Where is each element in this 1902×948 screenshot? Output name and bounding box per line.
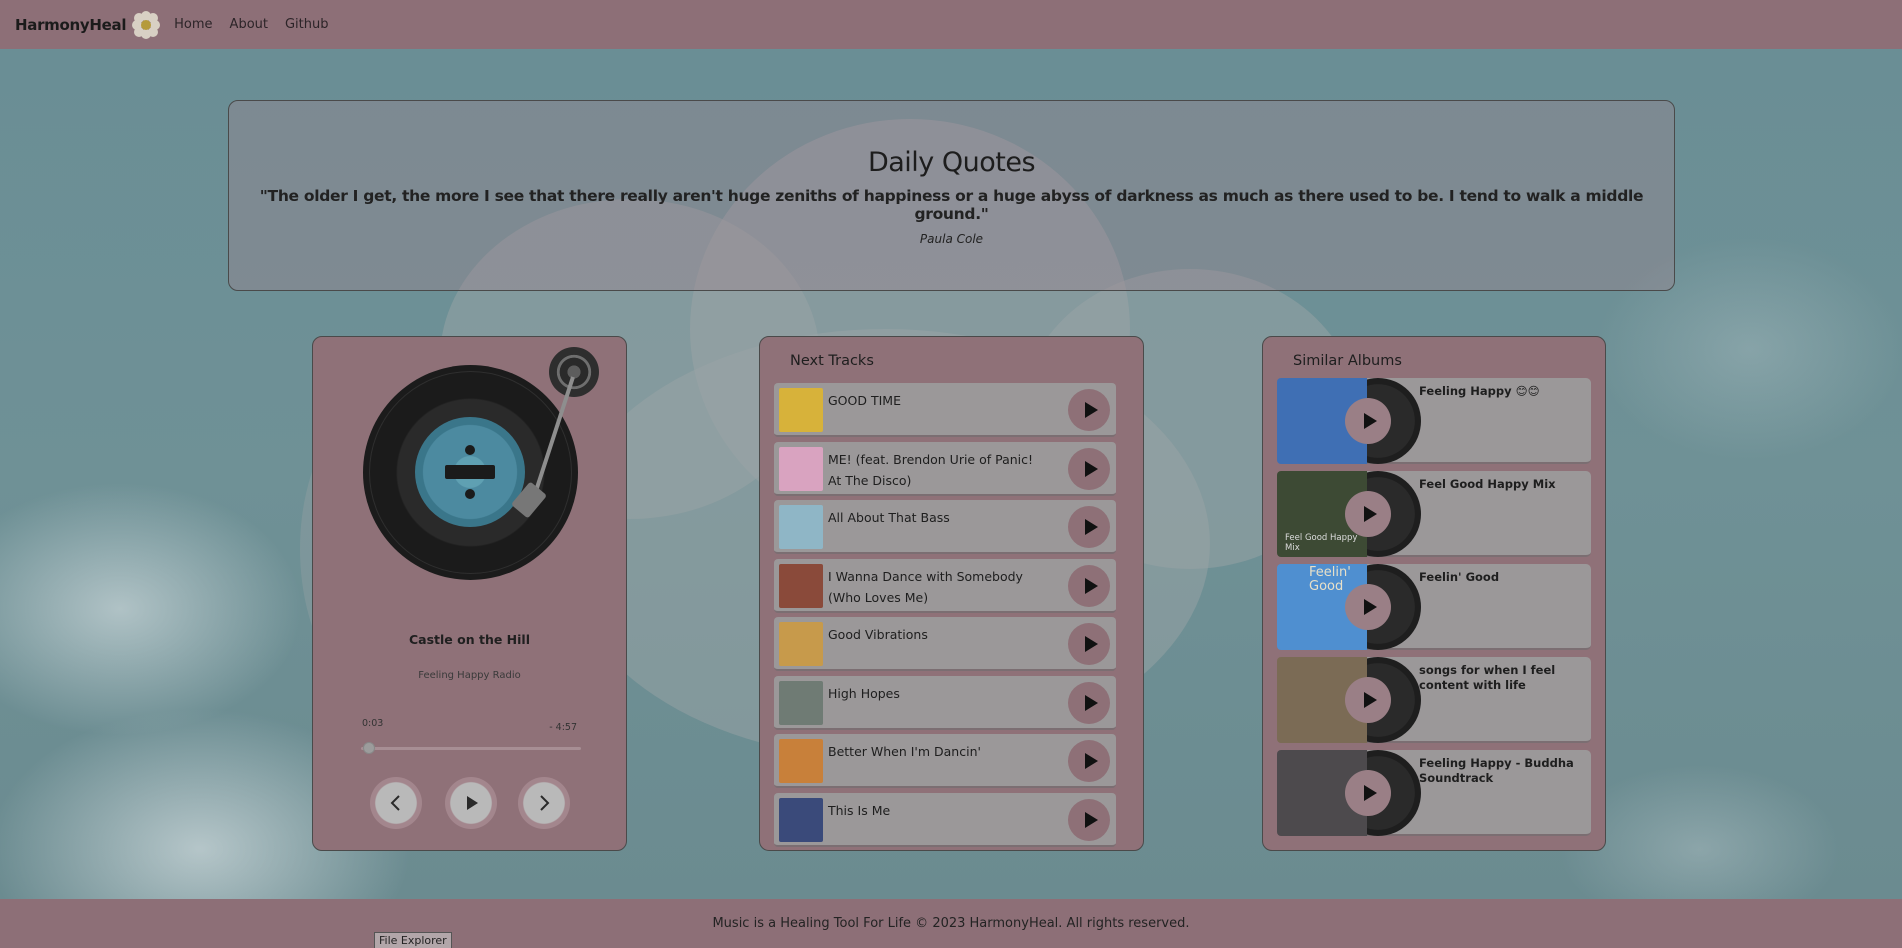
album-name: Feelin' Good bbox=[1419, 570, 1500, 584]
play-icon bbox=[1084, 753, 1098, 769]
track-play-button[interactable] bbox=[1068, 564, 1110, 607]
track-album-art bbox=[779, 563, 823, 608]
album-play-button[interactable] bbox=[1345, 677, 1391, 723]
album-play-button[interactable] bbox=[1345, 398, 1391, 444]
play-icon bbox=[1363, 506, 1377, 522]
album-item[interactable]: songs for when I feel content with life bbox=[1277, 657, 1591, 743]
track-play-button[interactable] bbox=[1068, 506, 1110, 548]
nav-link-home[interactable]: Home bbox=[174, 17, 212, 32]
album-item[interactable]: Feelin' Good Feelin' Good bbox=[1277, 564, 1591, 650]
track-play-button[interactable] bbox=[1068, 389, 1110, 431]
album-item[interactable]: Feel Good Happy Mix Feel Good Happy Mix bbox=[1277, 471, 1591, 557]
play-icon bbox=[1084, 811, 1098, 828]
track-play-button[interactable] bbox=[1068, 798, 1110, 841]
track-play-button[interactable] bbox=[1068, 447, 1110, 490]
track-name: ME! (feat. Brendon Urie of Panic! At The… bbox=[828, 451, 1034, 488]
quotes-title: Daily Quotes bbox=[867, 147, 1036, 178]
track-album-art bbox=[779, 622, 823, 666]
track-play-button[interactable] bbox=[1068, 740, 1110, 782]
progress-track[interactable] bbox=[361, 747, 581, 750]
play-icon bbox=[1084, 402, 1098, 418]
track-album-art bbox=[779, 446, 823, 491]
play-icon bbox=[1084, 460, 1098, 477]
similar-albums-panel: Similar Albums Feeling Happy 😊😊 Feel Goo… bbox=[1262, 336, 1606, 851]
album-play-button[interactable] bbox=[1345, 584, 1391, 630]
next-tracks-title: Next Tracks bbox=[790, 353, 874, 369]
footer-text: Music is a Healing Tool For Life © 2023 … bbox=[712, 916, 1190, 931]
file-explorer-tooltip: File Explorer bbox=[374, 932, 452, 948]
album-name: Feeling Happy - Buddha Soundtrack bbox=[1419, 756, 1574, 785]
next-button[interactable] bbox=[518, 777, 570, 829]
quote-author: Paula Cole bbox=[919, 232, 984, 246]
album-play-button[interactable] bbox=[1345, 770, 1391, 816]
track-item[interactable]: Good Vibrations bbox=[774, 617, 1116, 671]
track-name: GOOD TIME bbox=[828, 393, 901, 408]
play-icon bbox=[1084, 577, 1098, 594]
chevron-left-icon bbox=[390, 795, 400, 811]
track-album-art bbox=[779, 680, 823, 725]
similar-albums-title: Similar Albums bbox=[1293, 353, 1402, 369]
track-album-art bbox=[779, 505, 823, 549]
play-icon bbox=[1363, 785, 1377, 801]
play-button[interactable] bbox=[445, 777, 497, 829]
play-icon bbox=[1363, 599, 1377, 615]
song-title: Castle on the Hill bbox=[409, 632, 530, 647]
album-cover-text: Feel Good Happy Mix bbox=[1285, 533, 1358, 553]
navbar: HarmonyHeal Home About Github bbox=[0, 0, 1902, 49]
vinyl-record-icon bbox=[363, 365, 578, 580]
track-album-art bbox=[779, 739, 823, 783]
track-item[interactable]: This Is Me bbox=[774, 792, 1116, 847]
next-tracks-panel: Next Tracks GOOD TIME ME! (feat. Brendon… bbox=[759, 336, 1144, 851]
nav-link-about[interactable]: About bbox=[230, 17, 268, 32]
music-player-panel: Castle on the Hill Feeling Happy Radio 0… bbox=[312, 336, 627, 851]
turntable-arm-base-icon bbox=[549, 347, 599, 397]
track-album-art bbox=[779, 797, 823, 842]
album-name: songs for when I feel content with life bbox=[1419, 663, 1556, 692]
previous-button[interactable] bbox=[370, 777, 422, 829]
track-item[interactable]: All About That Bass bbox=[774, 500, 1116, 554]
track-item[interactable]: Better When I'm Dancin' bbox=[774, 734, 1116, 788]
album-name: Feeling Happy 😊😊 bbox=[1419, 384, 1540, 398]
time-current: 0:03 bbox=[362, 718, 384, 729]
time-remaining: - 4:57 bbox=[549, 722, 577, 733]
play-icon bbox=[1084, 519, 1098, 535]
album-item[interactable]: Feeling Happy - Buddha Soundtrack bbox=[1277, 750, 1591, 836]
play-icon bbox=[1363, 692, 1377, 708]
track-item[interactable]: High Hopes bbox=[774, 675, 1116, 730]
album-name: Feel Good Happy Mix bbox=[1419, 477, 1556, 491]
track-album-art bbox=[779, 388, 823, 432]
play-icon bbox=[467, 796, 478, 810]
chevron-right-icon bbox=[540, 795, 550, 811]
play-icon bbox=[1363, 413, 1377, 429]
album-item[interactable]: Feeling Happy 😊😊 bbox=[1277, 378, 1591, 464]
nav-link-github[interactable]: Github bbox=[285, 17, 329, 32]
track-play-button[interactable] bbox=[1068, 623, 1110, 665]
track-name: I Wanna Dance with Somebody (Who Loves M… bbox=[828, 568, 1023, 605]
track-name: This Is Me bbox=[828, 802, 891, 818]
track-name: Better When I'm Dancin' bbox=[828, 744, 981, 759]
track-play-button[interactable] bbox=[1068, 681, 1110, 724]
record-label-art bbox=[415, 417, 525, 527]
play-icon bbox=[1084, 694, 1098, 711]
track-item[interactable]: GOOD TIME bbox=[774, 383, 1116, 437]
daily-quotes-card: Daily Quotes "The older I get, the more … bbox=[228, 100, 1675, 291]
brand-name[interactable]: HarmonyHeal bbox=[15, 16, 126, 34]
track-item[interactable]: ME! (feat. Brendon Urie of Panic! At The… bbox=[774, 441, 1116, 496]
album-play-button[interactable] bbox=[1345, 491, 1391, 537]
track-item[interactable]: I Wanna Dance with Somebody (Who Loves M… bbox=[774, 558, 1116, 613]
progress-slider-knob[interactable] bbox=[363, 742, 376, 754]
track-name: High Hopes bbox=[828, 685, 900, 701]
flower-logo-icon bbox=[132, 10, 161, 39]
track-name: All About That Bass bbox=[828, 510, 950, 525]
play-icon bbox=[1084, 636, 1098, 652]
footer: Music is a Healing Tool For Life © 2023 … bbox=[0, 899, 1902, 948]
quote-text: "The older I get, the more I see that th… bbox=[259, 187, 1644, 223]
song-source: Feeling Happy Radio bbox=[418, 670, 521, 681]
track-name: Good Vibrations bbox=[828, 627, 928, 642]
